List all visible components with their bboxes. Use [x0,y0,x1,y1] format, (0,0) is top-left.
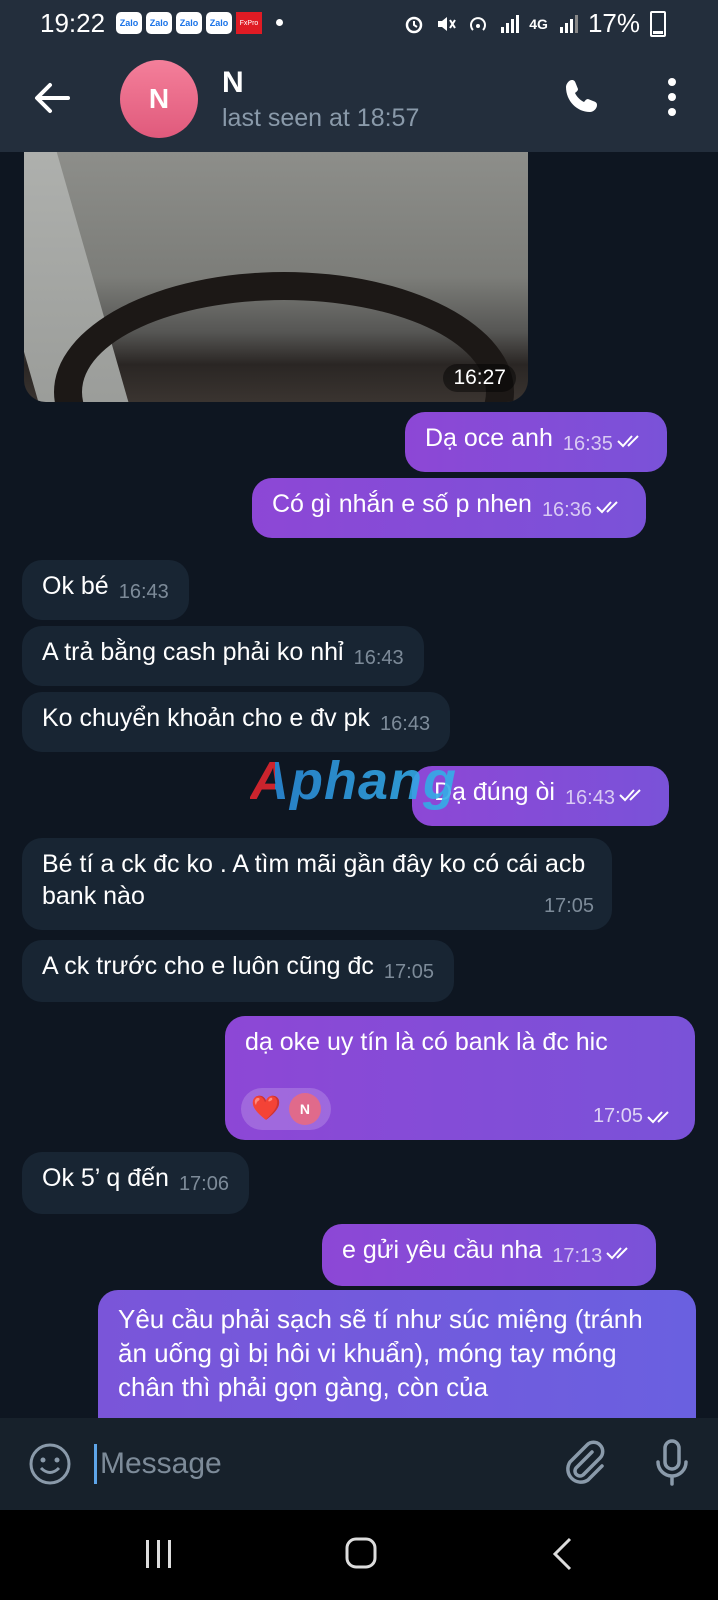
phone-call-icon[interactable] [562,76,602,116]
incoming-message[interactable]: A trả bằng cash phải ko nhỉ 16:43 [22,626,424,686]
message-text: Có gì nhắn e số p nhen [272,490,532,518]
message-text: e gửi yêu cầu nha [342,1236,543,1264]
incoming-message[interactable]: Bé tí a ck đc ko . A tìm mãi gần đây ko … [22,838,612,930]
microphone-icon[interactable] [652,1438,692,1488]
double-check-icon [619,789,641,802]
network-type: 4G [529,15,548,32]
text-cursor [94,1444,97,1484]
message-time: 16:43 [118,581,169,603]
message-time: 17:05 [592,1105,643,1127]
outgoing-message[interactable]: e gửi yêu cầu nha 17:13 [322,1224,657,1286]
message-text: Yêu cầu phải sạch sẽ tí như súc miệng (t… [118,1304,643,1402]
contact-name[interactable]: N [222,66,244,100]
message-time: 16:43 [564,787,615,809]
outgoing-message[interactable]: Có gì nhắn e số p nhen 16:36 [252,478,646,538]
heart-reaction-icon: ❤️ [251,1095,281,1122]
watermark-logo: Aphang [250,751,457,811]
zalo-icon: Zalo [176,12,202,34]
zalo-icon: Zalo [116,12,142,34]
message-reactions[interactable]: ❤️ N [241,1088,331,1130]
recent-apps-icon[interactable] [142,1538,176,1570]
message-text: Bé tí a ck đc ko . A tìm mãi gần đây ko … [42,850,586,910]
attach-paperclip-icon[interactable] [562,1440,608,1486]
emoji-icon[interactable] [28,1442,72,1486]
status-bar: 19:22 Zalo Zalo Zalo Zalo FxPro 4G 17% [0,0,718,46]
chat-messages-area[interactable]: 16:27 Dạ oce anh 16:35 Có gì nhắn e số p … [0,152,718,1418]
battery-icon [650,10,666,37]
double-check-icon [596,501,618,514]
message-text: Ko chuyển khoản cho e đv pk [42,704,371,732]
message-time: 17:05 [383,961,434,983]
double-check-icon [647,1111,669,1124]
message-text: Dạ oce anh [425,424,553,452]
zalo-icon: Zalo [146,12,172,34]
double-check-icon [606,1247,628,1260]
more-options-icon[interactable] [660,76,684,118]
system-icons: 4G 17% [403,8,666,39]
message-time: 17:05 [543,895,594,917]
message-text: Ok 5’ q đến [42,1164,169,1192]
message-input-bar [0,1418,718,1510]
message-time: 17:06 [178,1173,229,1195]
incoming-message[interactable]: Ok bé 16:43 [22,560,189,620]
double-check-icon [617,435,639,448]
signal-icon [559,14,578,33]
message-time-group: 17:05 [593,1100,677,1132]
message-text: Ok bé [42,572,109,600]
incoming-message[interactable]: A ck trước cho e luôn cũng đc 17:05 [22,940,454,1002]
system-navigation-bar [0,1510,718,1600]
outgoing-message[interactable]: dạ oke uy tín là có bank là đc hic ❤️ N … [225,1016,695,1140]
outgoing-message[interactable]: Dạ oce anh 16:35 [405,412,667,472]
photo-message[interactable]: 16:27 [24,152,528,402]
home-icon[interactable] [344,1536,378,1570]
status-time: 19:22 [40,8,106,38]
reaction-avatar: N [288,1093,321,1125]
message-time: 16:36 [541,499,592,521]
message-time: 16:43 [380,713,431,735]
notification-icons: Zalo Zalo Zalo Zalo FxPro [116,12,283,34]
back-arrow-icon[interactable] [30,76,74,120]
message-time: 16:27 [443,364,516,392]
message-time: 16:35 [562,433,613,455]
more-notifications-dot-icon [276,19,283,26]
zalo-icon: Zalo [206,12,232,34]
hotspot-icon [470,16,487,31]
incoming-message[interactable]: Ko chuyển khoản cho e đv pk 16:43 [22,692,451,752]
mute-icon [438,16,457,31]
avatar[interactable]: N [120,60,198,138]
signal-icon [501,14,520,33]
message-text: A trả bằng cash phải ko nhỉ [42,638,344,666]
alarm-icon [406,16,423,33]
message-time: 17:13 [552,1245,603,1267]
chat-header: N N last seen at 18:57 [0,46,718,152]
message-text: dạ oke uy tín là có bank là đc hic [245,1028,608,1056]
battery-percent: 17% [587,8,640,38]
last-seen-status: last seen at 18:57 [222,104,420,132]
fxpro-icon: FxPro [236,12,262,34]
message-time: 16:43 [353,647,404,669]
back-nav-icon[interactable] [550,1536,574,1572]
message-text: A ck trước cho e luôn cũng đc [42,952,374,980]
incoming-message[interactable]: Ok 5’ q đến 17:06 [22,1152,249,1214]
message-input[interactable] [98,1438,542,1490]
outgoing-message[interactable]: Yêu cầu phải sạch sẽ tí như súc miệng (t… [98,1290,696,1418]
